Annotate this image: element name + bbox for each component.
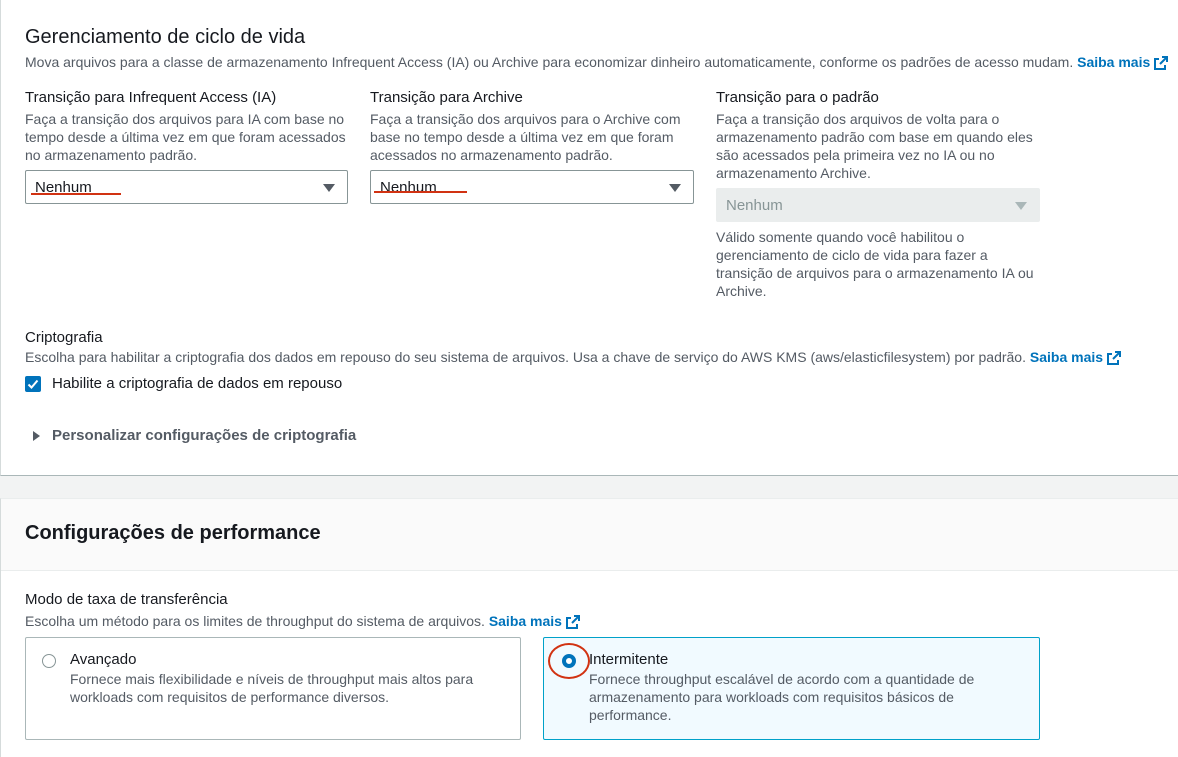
ia-transition-description: Faça a transição dos arquivos para IA co… (25, 111, 346, 163)
bursting-description: Fornece throughput escalável de acordo c… (589, 671, 975, 723)
throughput-learn-more-link[interactable]: Saiba mais (489, 613, 580, 629)
ia-transition-select[interactable]: Nenhum (25, 170, 348, 204)
standard-transition-label: Transição para o padrão (716, 89, 879, 106)
encryption-checkbox[interactable] (25, 376, 41, 392)
caret-down-icon (669, 184, 681, 192)
encryption-checkbox-label[interactable]: Habilite a criptografia de dados em repo… (52, 375, 342, 392)
encryption-title: Criptografia (25, 329, 103, 346)
encryption-expand-toggle[interactable]: Personalizar configurações de criptograf… (25, 426, 385, 446)
caret-down-icon (323, 184, 335, 192)
ia-transition-label: Transição para Infrequent Access (IA) (25, 89, 277, 106)
advanced-title: Avançado (70, 651, 137, 668)
annotation-underline (31, 193, 121, 195)
external-link-icon (1107, 351, 1122, 365)
lifecycle-title: Gerenciamento de ciclo de vida (25, 26, 306, 48)
external-link-icon (565, 615, 580, 629)
advanced-radio[interactable] (42, 654, 56, 668)
external-link-icon (1154, 56, 1169, 70)
standard-transition-hint: Válido somente quando você habilitou o g… (716, 229, 1034, 299)
throughput-mode-label: Modo de taxa de transferência (25, 591, 228, 608)
performance-header: Configurações de performance (1, 499, 1178, 571)
archive-transition-description: Faça a transição dos arquivos para o Arc… (370, 111, 681, 163)
standard-transition-select: Nenhum (716, 188, 1040, 222)
standard-transition-description: Faça a transição dos arquivos de volta p… (716, 111, 1033, 181)
checkmark-icon (27, 379, 39, 389)
bursting-title: Intermitente (589, 651, 669, 668)
lifecycle-learn-more-link[interactable]: Saiba mais (1077, 54, 1169, 70)
annotation-underline (374, 191, 467, 193)
caret-down-icon (1015, 202, 1027, 210)
performance-title: Configurações de performance (25, 522, 321, 544)
advanced-description: Fornece mais flexibilidade e níveis de t… (70, 671, 474, 705)
encryption-expand-label: Personalizar configurações de criptograf… (52, 427, 357, 444)
encryption-learn-more-link[interactable]: Saiba mais (1030, 349, 1122, 365)
expand-caret-icon (33, 431, 40, 441)
throughput-option-advanced[interactable]: Avançado Fornece mais flexibilidade e ní… (25, 637, 521, 740)
annotation-circle (548, 643, 590, 679)
archive-transition-select[interactable]: Nenhum (370, 170, 694, 204)
throughput-option-bursting[interactable]: Intermitente Fornece throughput escaláve… (543, 637, 1040, 740)
archive-transition-label: Transição para Archive (370, 89, 523, 106)
standard-transition-value: Nenhum (726, 197, 783, 214)
lifecycle-description: Mova arquivos para a classe de armazenam… (25, 53, 1169, 71)
performance-panel: Configurações de performance Modo de tax… (0, 498, 1178, 757)
lifecycle-panel: Gerenciamento de ciclo de vida Mova arqu… (0, 0, 1178, 476)
throughput-mode-description: Escolha um método para os limites de thr… (25, 612, 580, 630)
encryption-description: Escolha para habilitar a criptografia do… (25, 348, 1122, 366)
archive-transition-value: Nenhum (380, 179, 437, 196)
